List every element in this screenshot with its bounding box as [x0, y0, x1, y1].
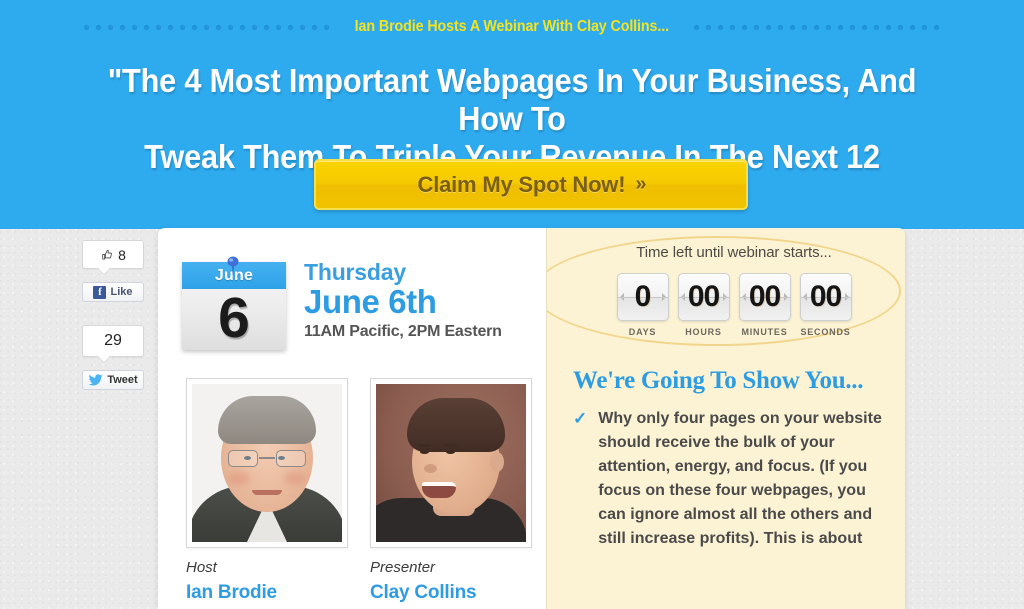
twitter-bird-icon [89, 374, 103, 386]
event-day-name: Thursday [304, 259, 406, 285]
presenter-role-label: Presenter [370, 559, 436, 576]
countdown-value-days: 0 [634, 280, 652, 313]
list-item: ✓ Why only four pages on your website sh… [573, 407, 883, 551]
person-host: Host Ian Brodie [186, 378, 348, 604]
event-date-text: Thursday June 6th 11AM Pacific, 2PM East… [288, 252, 502, 342]
countdown-unit-days: 0 DAYS [616, 273, 669, 337]
host-name[interactable]: Ian Brodie [186, 582, 348, 604]
twitter-tweet-label: Tweet [107, 374, 138, 386]
thumbs-up-icon [102, 249, 112, 260]
event-time: 11AM Pacific, 2PM Eastern [304, 323, 502, 340]
facebook-like-count-bubble: 8 [82, 240, 144, 275]
benefit-text: Why only four pages on your website shou… [598, 410, 882, 547]
dotted-rule-left [83, 23, 332, 31]
webinar-info-column: Time left until webinar starts... 0 DAYS… [546, 228, 905, 609]
show-you-heading: We're Going To Show You... [573, 367, 864, 394]
countdown-box-seconds: 00 [799, 273, 852, 321]
facebook-like-count: 8 [118, 246, 126, 263]
host-role-label: Host [186, 559, 217, 576]
countdown-box-days: 0 [616, 273, 669, 321]
event-date-block: June 6 Thursday June 6th 11AM Pacific, 2… [158, 244, 546, 350]
countdown-value-seconds: 00 [809, 280, 842, 313]
countdown-unit-hours: 00 HOURS [677, 273, 730, 337]
cta-label: Claim My Spot Now! [417, 171, 626, 197]
headline-line-1: "The 4 Most Important Webpages In Your B… [107, 62, 917, 137]
facebook-like-label: Like [110, 286, 133, 298]
host-portrait [192, 384, 342, 542]
person-presenter: Presenter Clay Collins [370, 378, 532, 604]
countdown-unit-seconds: 00 SECONDS [799, 273, 852, 337]
countdown-timer: 0 DAYS 00 HOURS 00 MINUTES 00 SECONDS [547, 273, 905, 337]
countdown-value-minutes: 00 [748, 280, 781, 313]
host-photo-frame [186, 378, 348, 548]
event-details-column: June 6 Thursday June 6th 11AM Pacific, 2… [158, 228, 546, 609]
hero-header: Ian Brodie Hosts A Webinar With Clay Col… [0, 0, 1024, 229]
countdown-box-hours: 00 [677, 273, 730, 321]
countdown-caption-minutes: MINUTES [741, 327, 788, 337]
countdown-unit-minutes: 00 MINUTES [738, 273, 791, 337]
facebook-icon: f [93, 285, 107, 299]
eyebrow-row: Ian Brodie Hosts A Webinar With Clay Col… [0, 14, 1024, 40]
main-content-card: June 6 Thursday June 6th 11AM Pacific, 2… [158, 228, 905, 609]
push-pin-icon [227, 256, 239, 275]
twitter-share-count: 29 [104, 332, 122, 349]
claim-spot-button[interactable]: Claim My Spot Now! » [314, 159, 748, 210]
benefits-list: ✓ Why only four pages on your website sh… [573, 407, 883, 551]
twitter-share-count-bubble: 29 [82, 325, 144, 363]
countdown-value-hours: 00 [687, 280, 720, 313]
countdown-label: Time left until webinar starts... [636, 244, 832, 261]
check-icon: ✓ [573, 409, 588, 428]
people-list: Host Ian Brodie Presenter Clay Collins [158, 378, 546, 604]
eyebrow-text: Ian Brodie Hosts A Webinar With Clay Col… [354, 18, 670, 35]
countdown-caption-days: DAYS [628, 327, 657, 337]
twitter-tweet-button[interactable]: Tweet [82, 370, 144, 390]
countdown-box-minutes: 00 [738, 273, 791, 321]
countdown-caption-hours: HOURS [685, 327, 722, 337]
chevron-right-icon: » [635, 173, 646, 195]
event-day-date: June 6th [304, 283, 437, 320]
calendar-day-number: 6 [218, 285, 250, 350]
presenter-portrait [376, 384, 526, 542]
dotted-rule-right [692, 23, 941, 31]
countdown-section: Time left until webinar starts... 0 DAYS… [547, 228, 905, 346]
presenter-photo-frame [370, 378, 532, 548]
calendar-icon: June 6 [180, 256, 288, 350]
social-share-rail: 8 f Like 29 Tweet [82, 240, 144, 390]
countdown-caption-seconds: SECONDS [800, 327, 851, 337]
presenter-name[interactable]: Clay Collins [370, 582, 532, 604]
facebook-like-button[interactable]: f Like [82, 282, 144, 302]
